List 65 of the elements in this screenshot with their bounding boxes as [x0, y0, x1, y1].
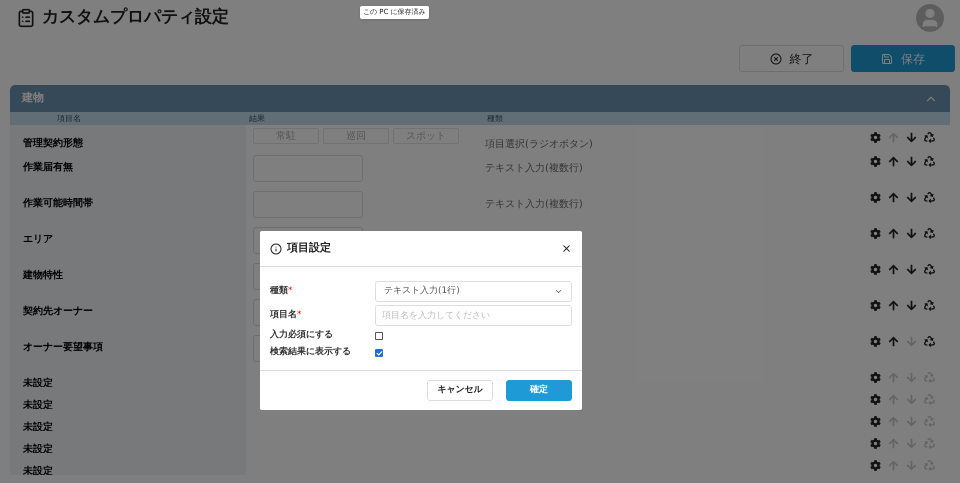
- down-arrow-icon[interactable]: [906, 156, 917, 167]
- recycle-icon[interactable]: [924, 228, 935, 239]
- recycle-icon[interactable]: [924, 192, 935, 203]
- settings-icon[interactable]: [870, 156, 881, 167]
- panel-title: 建物: [22, 90, 44, 106]
- confirm-button[interactable]: 確定: [506, 380, 572, 401]
- column-title: 結果: [248, 112, 266, 124]
- down-arrow-icon[interactable]: [906, 132, 917, 143]
- up-arrow-icon[interactable]: [888, 156, 899, 167]
- property-name: 作業可能時間帯: [23, 198, 93, 209]
- settings-icon[interactable]: [870, 372, 881, 383]
- down-arrow-icon[interactable]: [906, 300, 917, 311]
- up-arrow-icon[interactable]: [888, 228, 899, 239]
- down-arrow-icon[interactable]: [906, 228, 917, 239]
- up-arrow-icon[interactable]: [888, 192, 899, 203]
- property-name: 管理契約形態: [23, 138, 83, 149]
- settings-icon[interactable]: [870, 460, 881, 471]
- settings-icon[interactable]: [870, 394, 881, 405]
- settings-icon[interactable]: [870, 228, 881, 239]
- close-button[interactable]: 終了: [739, 45, 844, 72]
- recycle-icon[interactable]: [924, 156, 935, 167]
- property-name: 作業届有無: [23, 162, 73, 173]
- dialog-title: 項目設定: [287, 240, 331, 256]
- save-icon: [881, 52, 893, 64]
- clipboard-icon: [16, 8, 36, 28]
- field-label: 検索結果に表示する: [270, 346, 352, 360]
- field-label: 種類*: [270, 284, 294, 298]
- settings-icon[interactable]: [870, 438, 881, 449]
- type-label: テキスト入力(複数行): [485, 199, 583, 210]
- type-label: 項目選択(ラジオボタン): [485, 139, 593, 150]
- recycle-icon[interactable]: [924, 132, 935, 143]
- type-select[interactable]: テキスト入力(1行): [375, 281, 572, 302]
- cancel-button[interactable]: キャンセル: [427, 380, 493, 401]
- recycle-icon[interactable]: [924, 300, 935, 311]
- info-icon: [270, 242, 282, 254]
- property-name: 建物特性: [23, 270, 63, 281]
- property-name: 契約先オーナー: [23, 306, 93, 317]
- checkbox[interactable]: [375, 332, 383, 340]
- settings-icon[interactable]: [870, 336, 881, 347]
- field-label: 入力必須にする: [270, 329, 334, 342]
- field-label: 項目名*: [270, 308, 302, 322]
- settings-icon[interactable]: [870, 416, 881, 427]
- property-name: エリア: [23, 234, 53, 245]
- recycle-icon[interactable]: [924, 264, 935, 275]
- property-name: オーナー要望事項: [23, 342, 103, 353]
- close-icon: [770, 52, 782, 64]
- column-title: 項目名: [56, 112, 82, 124]
- down-arrow-icon[interactable]: [906, 264, 917, 275]
- page-title: カスタムプロパティ設定: [42, 6, 229, 30]
- up-arrow-icon[interactable]: [888, 336, 899, 347]
- up-arrow-icon[interactable]: [888, 300, 899, 311]
- up-arrow-icon[interactable]: [888, 264, 899, 275]
- recycle-icon[interactable]: [924, 336, 935, 347]
- name-input[interactable]: 項目名を入力してください: [375, 305, 572, 326]
- save-button[interactable]: 保存: [851, 45, 955, 72]
- column-title: 種類: [486, 112, 503, 124]
- settings-icon[interactable]: [870, 192, 881, 203]
- settings-icon[interactable]: [870, 300, 881, 311]
- settings-icon[interactable]: [870, 132, 881, 143]
- down-arrow-icon[interactable]: [906, 192, 917, 203]
- chevron-down-icon: [554, 287, 563, 296]
- settings-icon[interactable]: [870, 264, 881, 275]
- close-icon[interactable]: [561, 243, 572, 254]
- type-label: テキスト入力(複数行): [485, 163, 583, 174]
- panel-header[interactable]: 建物: [10, 85, 950, 112]
